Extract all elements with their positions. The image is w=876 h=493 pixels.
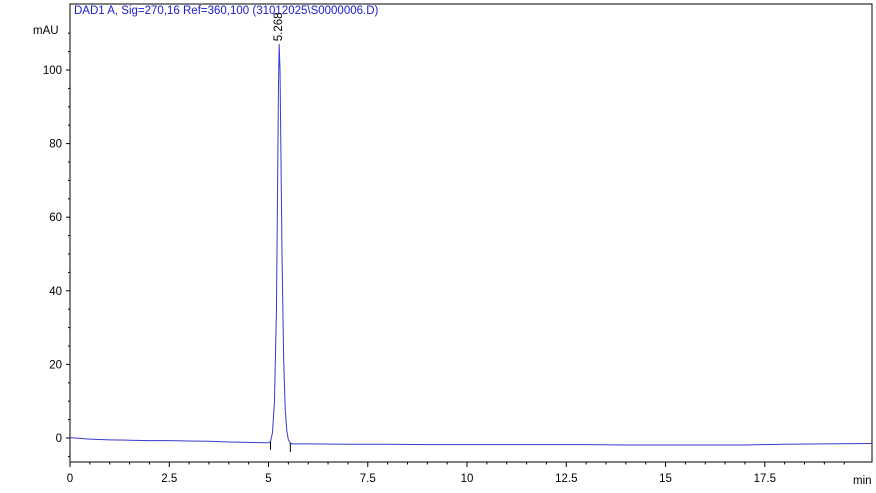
- y-tick-label: 100: [43, 65, 62, 77]
- y-tick-label: 40: [49, 286, 62, 298]
- y-tick-label: 0: [56, 433, 62, 445]
- x-axis-label: min: [853, 475, 872, 487]
- y-tick-label: 60: [49, 212, 62, 224]
- chart-svg: DAD1 A, Sig=270,16 Ref=360,100 (31012025…: [33, 3, 873, 487]
- x-tick-label: 5: [265, 473, 271, 485]
- x-tick-label: 12.5: [555, 473, 577, 485]
- x-tick-label: 2.5: [161, 473, 177, 485]
- x-tick-label: 0: [67, 473, 73, 485]
- series-group: [69, 43, 873, 452]
- x-tick-label: 15: [659, 473, 672, 485]
- x-tick-label: 10: [461, 473, 474, 485]
- peak-label: 5.268: [273, 12, 285, 41]
- chart-title: DAD1 A, Sig=270,16 Ref=360,100 (31012025…: [74, 5, 379, 17]
- y-axis-label: mAU: [33, 25, 59, 37]
- y-tick-label: 80: [49, 139, 62, 151]
- y-tick-label: 20: [49, 359, 62, 371]
- chromatogram-chart: DAD1 A, Sig=270,16 Ref=360,100 (31012025…: [0, 0, 876, 488]
- peak-annotations: 5.268: [273, 12, 285, 41]
- x-tick-label: 7.5: [360, 473, 376, 485]
- x-tick-label: 17.5: [754, 473, 776, 485]
- plot-frame: [69, 3, 873, 463]
- signal-trace: [69, 43, 873, 446]
- axes-group: 0 20 40 60 80 100 0 2.5 5 7.5 10 12.5 15 17.5: [43, 32, 845, 485]
